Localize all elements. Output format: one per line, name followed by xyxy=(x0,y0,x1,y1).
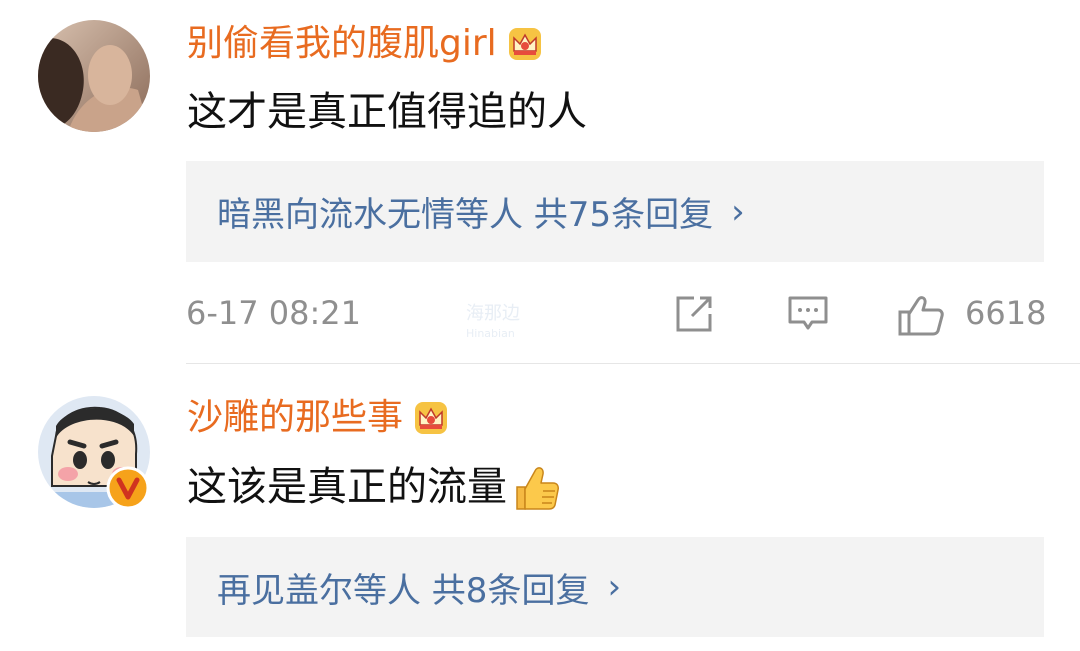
share-icon[interactable] xyxy=(672,292,716,336)
username-text[interactable]: 沙雕的那些事 xyxy=(187,396,403,440)
like-count: 6618 xyxy=(965,294,1047,332)
divider xyxy=(186,363,1080,364)
comment-text-content: 这该是真正的流量 xyxy=(187,464,507,510)
comment-icon[interactable] xyxy=(784,292,832,336)
reply-summary-box[interactable]: 再见盖尔等人 共8条回复 › xyxy=(186,537,1044,637)
chevron-right-icon: › xyxy=(731,191,745,232)
chevron-right-icon: › xyxy=(607,567,622,607)
reply-summary-box[interactable]: 暗黑向流水无情等人 共75条回复 › xyxy=(186,161,1044,262)
username-text[interactable]: 别偷看我的腹肌girl xyxy=(187,22,497,66)
watermark-line1: 海那边 xyxy=(466,303,520,324)
thumbs-up-icon[interactable] xyxy=(896,292,946,338)
reply-summary-text[interactable]: 再见盖尔等人 共8条回复 xyxy=(217,563,589,612)
timestamp: 6-17 08:21 xyxy=(186,294,362,332)
watermark: 海那边 Hinabian xyxy=(466,304,520,344)
comment-meta-row: 6-17 08:21 6618 xyxy=(186,292,1047,338)
crown-icon xyxy=(415,402,448,434)
avatar-photo xyxy=(38,20,150,132)
v-icon xyxy=(106,466,150,510)
comment-list: 别偷看我的腹肌girl 这才是真正值得追的人 暗黑向流水无情等人 共75条回复 … xyxy=(0,0,1080,651)
watermark-line2: Hinabian xyxy=(466,327,515,340)
comment-text: 这该是真正的流量 xyxy=(187,461,561,513)
comment-text: 这才是真正值得追的人 xyxy=(187,89,587,135)
reply-summary-text[interactable]: 暗黑向流水无情等人 共75条回复 xyxy=(217,187,713,236)
crown-icon xyxy=(508,28,541,60)
avatar[interactable] xyxy=(38,20,150,132)
username[interactable]: 别偷看我的腹肌girl xyxy=(187,22,545,66)
username[interactable]: 沙雕的那些事 xyxy=(187,396,451,440)
thumbs-up-emoji-icon xyxy=(516,467,559,510)
